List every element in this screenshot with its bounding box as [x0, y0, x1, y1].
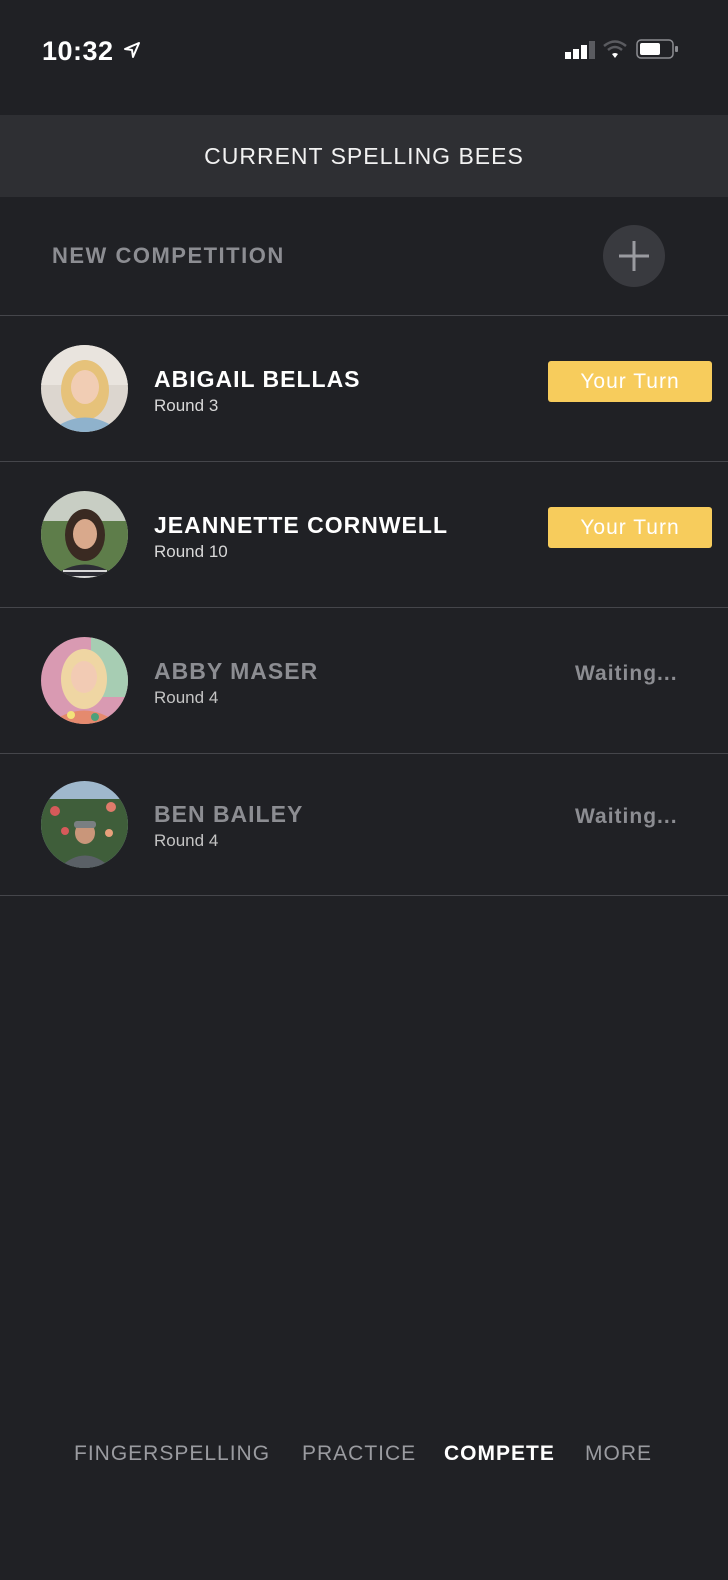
tab-more[interactable]: MORE: [585, 1442, 652, 1466]
battery-icon: [636, 39, 678, 59]
competitor-name: ABIGAIL BELLAS: [154, 366, 361, 392]
location-arrow-icon: [124, 42, 140, 58]
plus-icon: [619, 241, 649, 271]
page-title: CURRENT SPELLING BEES: [204, 142, 524, 169]
wifi-icon: [603, 40, 627, 58]
competitor-name: BEN BAILEY: [154, 801, 304, 827]
bottom-tab-bar: FINGERSPELLING PRACTICE COMPETE MORE: [0, 1442, 728, 1492]
avatar: [41, 637, 128, 724]
round-label: Round 3: [154, 396, 219, 415]
round-label: Round 10: [154, 542, 228, 561]
tab-practice[interactable]: PRACTICE: [302, 1442, 416, 1466]
competitor-name: JEANNETTE CORNWELL: [154, 512, 448, 538]
tab-compete[interactable]: COMPETE: [444, 1442, 555, 1466]
avatar: [41, 345, 128, 432]
app-screen: 10:32 CURRENT SPELLING BEES NEW COMPETIT…: [0, 0, 728, 1580]
your-turn-button[interactable]: Your Turn: [548, 361, 712, 402]
your-turn-button[interactable]: Your Turn: [548, 507, 712, 548]
tab-fingerspelling[interactable]: FINGERSPELLING: [74, 1442, 270, 1466]
competitor-name: ABBY MASER: [154, 658, 319, 684]
status-time: 10:32: [42, 36, 114, 66]
competition-row[interactable]: ABBY MASER Round 4 Waiting...: [0, 608, 728, 754]
avatar: [41, 781, 128, 868]
add-competition-button[interactable]: [603, 225, 665, 287]
waiting-status: Waiting...: [575, 805, 678, 828]
signal-icon: [565, 41, 595, 59]
competition-row[interactable]: BEN BAILEY Round 4 Waiting...: [0, 754, 728, 896]
round-label: Round 4: [154, 831, 219, 850]
round-label: Round 4: [154, 688, 219, 707]
avatar: [41, 491, 128, 578]
competition-list: ABIGAIL BELLAS Round 3 Your Turn JEANNET…: [0, 316, 728, 896]
new-competition-row[interactable]: NEW COMPETITION: [0, 197, 728, 316]
competition-row[interactable]: JEANNETTE CORNWELL Round 10 Your Turn: [0, 462, 728, 608]
page-header: CURRENT SPELLING BEES: [0, 115, 728, 197]
new-competition-label: NEW COMPETITION: [52, 243, 285, 268]
waiting-status: Waiting...: [575, 662, 678, 685]
competition-row[interactable]: ABIGAIL BELLAS Round 3 Your Turn: [0, 316, 728, 462]
status-bar: 10:32: [0, 0, 728, 112]
